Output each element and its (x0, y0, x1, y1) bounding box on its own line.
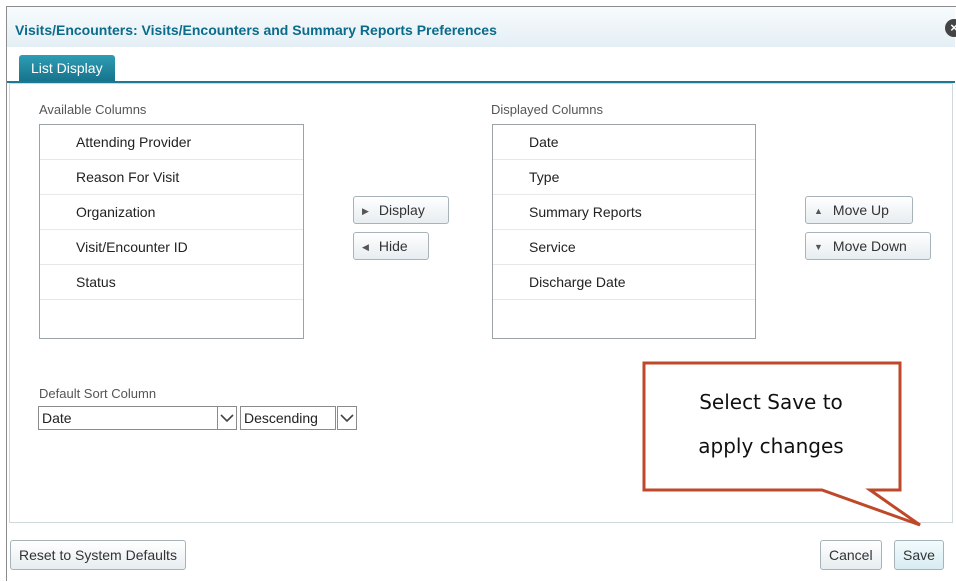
list-item[interactable]: Organization (40, 195, 303, 230)
list-item[interactable]: Date (493, 125, 755, 160)
list-item[interactable]: Type (493, 160, 755, 195)
dialog-title: Visits/Encounters: Visits/Encounters and… (15, 22, 497, 38)
dialog-footer: Reset to System Defaults Cancel Save (7, 523, 955, 582)
dialog-titlebar: Visits/Encounters: Visits/Encounters and… (7, 7, 956, 47)
list-item[interactable]: Attending Provider (40, 125, 303, 160)
available-columns-list[interactable]: Attending Provider Reason For Visit Orga… (39, 124, 304, 339)
preferences-dialog: Visits/Encounters: Visits/Encounters and… (6, 6, 956, 582)
display-button-label: Display (378, 202, 425, 218)
triangle-right-icon: ▶ (362, 206, 369, 216)
move-down-button[interactable]: ▼ Move Down (805, 232, 931, 260)
list-item[interactable]: Visit/Encounter ID (40, 230, 303, 265)
sort-column-select[interactable]: Date (38, 406, 218, 430)
displayed-columns-list[interactable]: Date Type Summary Reports Service Discha… (492, 124, 756, 339)
callout-line-1: Select Save to (699, 390, 843, 414)
callout-text: Select Save to apply changes (645, 380, 897, 468)
move-up-button-label: Move Up (832, 202, 889, 218)
move-up-button[interactable]: ▲ Move Up (805, 196, 913, 224)
available-columns-label: Available Columns (39, 102, 147, 117)
hide-button[interactable]: ◀ Hide (353, 232, 429, 260)
move-down-button-label: Move Down (832, 238, 907, 254)
list-item[interactable]: Reason For Visit (40, 160, 303, 195)
tab-list-display[interactable]: List Display (19, 55, 115, 81)
triangle-up-icon: ▲ (814, 206, 823, 216)
callout-line-2: apply changes (698, 434, 844, 458)
chevron-down-icon (220, 414, 234, 423)
list-item[interactable]: Summary Reports (493, 195, 755, 230)
cancel-button[interactable]: Cancel (820, 540, 882, 570)
reset-defaults-button[interactable]: Reset to System Defaults (10, 540, 186, 570)
display-button[interactable]: ▶ Display (353, 196, 449, 224)
list-item[interactable]: Service (493, 230, 755, 265)
list-item[interactable]: Discharge Date (493, 265, 755, 300)
sort-order-dropdown-button[interactable] (337, 406, 357, 430)
hide-button-label: Hide (378, 238, 408, 254)
triangle-left-icon: ◀ (362, 242, 369, 252)
chevron-down-icon (340, 414, 354, 423)
sort-order-select[interactable]: Descending (240, 406, 336, 430)
tab-strip: List Display (7, 47, 955, 83)
list-item[interactable]: Status (40, 265, 303, 300)
displayed-columns-label: Displayed Columns (491, 102, 603, 117)
sort-column-dropdown-button[interactable] (217, 406, 237, 430)
save-button[interactable]: Save (894, 540, 944, 570)
default-sort-column-label: Default Sort Column (39, 386, 157, 401)
triangle-down-icon: ▼ (814, 242, 823, 252)
close-icon[interactable]: × (945, 19, 956, 37)
